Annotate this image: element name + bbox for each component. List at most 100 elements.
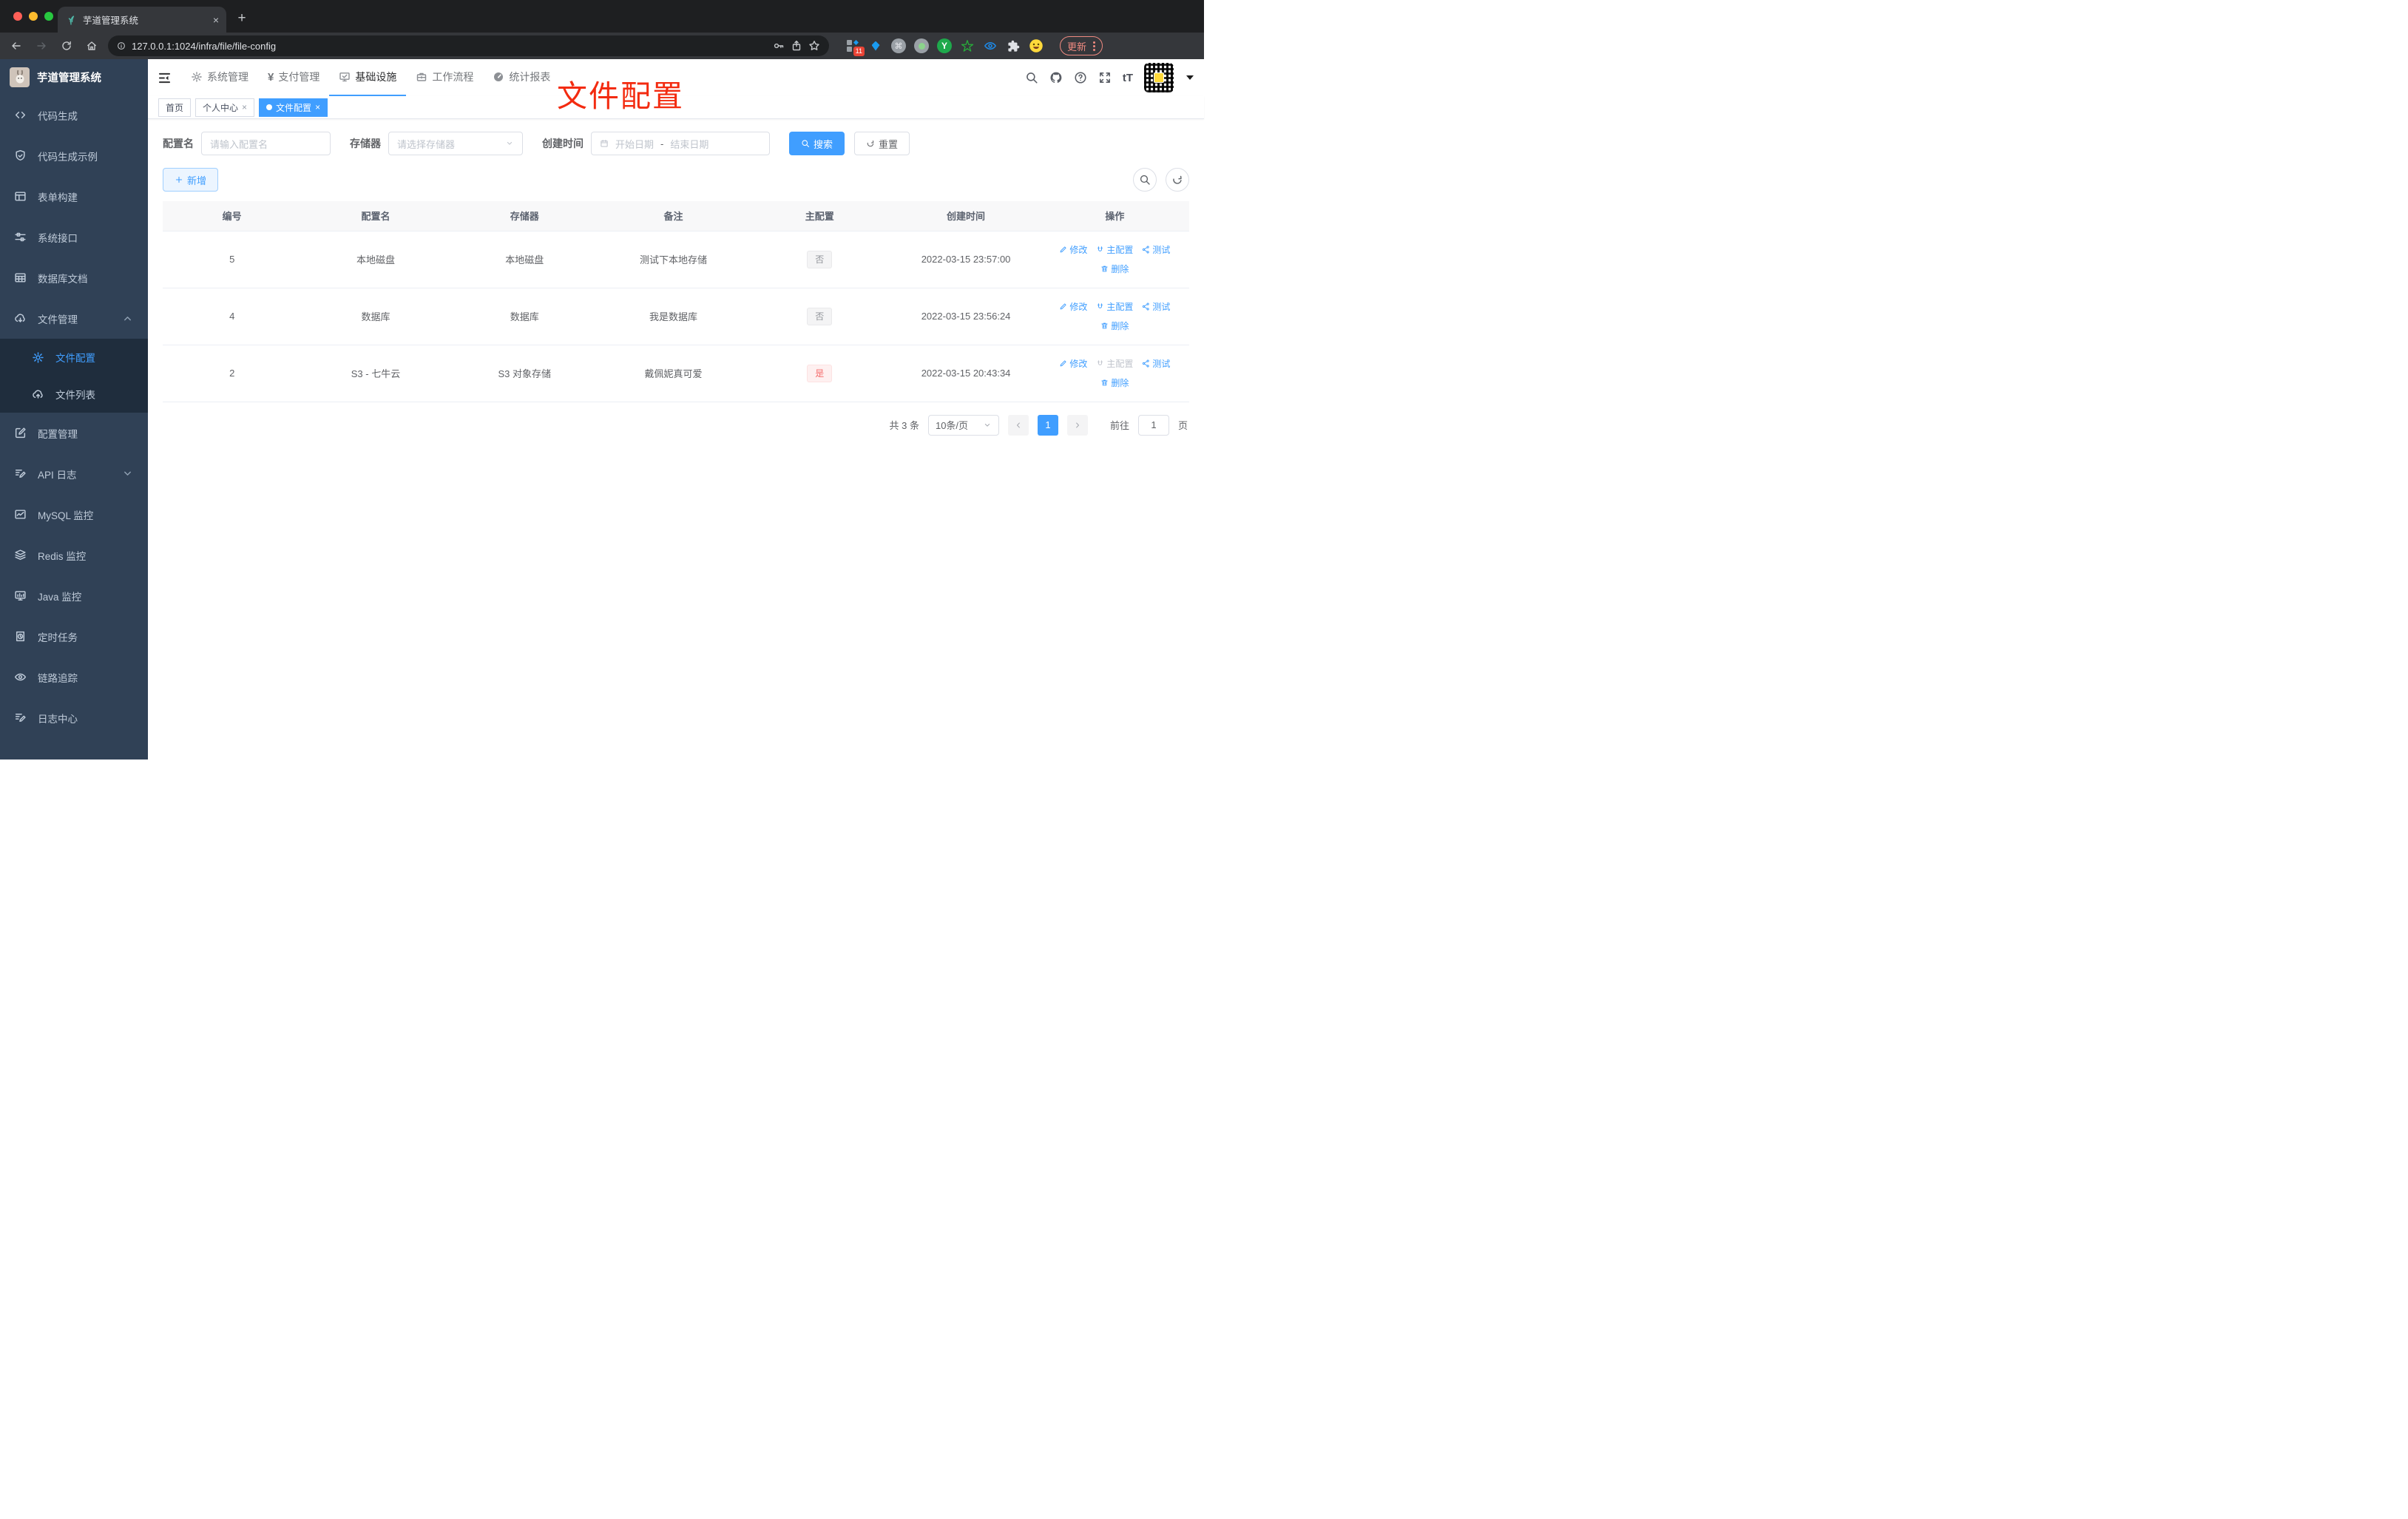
reset-button[interactable]: 重置 (854, 132, 910, 155)
browser-menu-icon[interactable] (1093, 41, 1096, 51)
extension-eye-icon[interactable] (983, 38, 998, 53)
nav-item-report[interactable]: 统计报表 (483, 59, 560, 96)
master-action[interactable]: 主配置 (1096, 243, 1133, 256)
password-key-icon[interactable] (773, 40, 785, 52)
edit-action[interactable]: 修改 (1059, 300, 1087, 313)
window-controls[interactable] (13, 12, 53, 21)
browser-toolbar: 127.0.0.1:1024/infra/file/file-config 11… (0, 33, 1204, 59)
sidebar-item-code-demo[interactable]: 代码生成示例 (0, 135, 148, 176)
sidebar-item-mysql-monitor[interactable]: MySQL 监控 (0, 494, 148, 535)
sidebar-item-code-gen[interactable]: 代码生成 (0, 95, 148, 135)
font-size-icon[interactable]: tT (1123, 72, 1133, 84)
yen-icon: ¥ (268, 70, 274, 84)
table-toolbar: 新增 (163, 168, 1189, 192)
address-bar[interactable]: 127.0.0.1:1024/infra/file/file-config (108, 35, 829, 56)
edit-action[interactable]: 修改 (1059, 243, 1087, 256)
github-icon[interactable] (1049, 71, 1063, 84)
site-info-icon[interactable] (117, 41, 126, 50)
bookmark-star-icon[interactable] (808, 40, 820, 52)
profile-avatar[interactable] (1029, 38, 1044, 53)
sidebar-fold-button[interactable] (148, 71, 181, 85)
tag-profile[interactable]: 个人中心 × (195, 98, 255, 117)
test-action[interactable]: 测试 (1142, 357, 1170, 370)
help-icon[interactable] (1074, 71, 1087, 84)
current-page-button[interactable]: 1 (1037, 414, 1058, 436)
goto-page-input[interactable] (1137, 414, 1169, 436)
date-range-picker[interactable]: 开始日期 - 结束日期 (591, 132, 770, 155)
extension-grid-icon[interactable]: 11 (845, 38, 865, 56)
config-name-input[interactable]: 请输入配置名 (201, 132, 331, 155)
extension-star-icon[interactable] (960, 38, 975, 53)
tab-close-icon[interactable]: × (213, 15, 219, 25)
sidebar-item-config-manage[interactable]: 配置管理 (0, 413, 148, 453)
sidebar-item-scheduled-task[interactable]: 定时任务 (0, 616, 148, 657)
prev-page-button[interactable] (1007, 414, 1029, 436)
sidebar-item-redis-monitor[interactable]: Redis 监控 (0, 535, 148, 575)
close-window-button[interactable] (13, 12, 22, 21)
browser-tab[interactable]: 芋道管理系统 × (58, 7, 226, 33)
delete-action[interactable]: 删除 (1100, 263, 1129, 275)
sidebar-item-form-builder[interactable]: 表单构建 (0, 176, 148, 217)
add-button[interactable]: 新增 (163, 168, 219, 192)
sidebar-logo[interactable]: 芋道管理系统 (0, 59, 148, 95)
maximize-window-button[interactable] (44, 12, 53, 21)
toggle-search-button[interactable] (1133, 168, 1157, 192)
url-text[interactable]: 127.0.0.1:1024/infra/file/file-config (132, 41, 276, 52)
home-button[interactable] (83, 37, 101, 55)
sidebar-item-log-center[interactable]: 日志中心 (0, 697, 148, 738)
test-action[interactable]: 测试 (1142, 300, 1170, 313)
share-icon[interactable] (791, 40, 802, 52)
test-action[interactable]: 测试 (1142, 243, 1170, 256)
back-button[interactable] (7, 37, 25, 55)
sidebar-item-file-config[interactable]: 文件配置 (0, 339, 148, 376)
refresh-table-button[interactable] (1166, 168, 1189, 192)
sidebar-item-api-log[interactable]: API 日志 (0, 453, 148, 494)
extension-pin-icon[interactable] (868, 38, 883, 53)
col-name: 配置名 (301, 201, 450, 231)
extension-dot-icon[interactable] (914, 38, 929, 53)
tag-home[interactable]: 首页 (158, 98, 192, 117)
nav-item-infrastructure[interactable]: 基础设施 (329, 59, 407, 96)
delete-action[interactable]: 删除 (1100, 319, 1129, 332)
edit-action[interactable]: 修改 (1059, 357, 1087, 370)
sidebar-item-tracing[interactable]: 链路追踪 (0, 657, 148, 697)
sidebar-item-java-monitor[interactable]: Java 监控 (0, 575, 148, 616)
sidebar-item-db-doc[interactable]: 数据库文档 (0, 257, 148, 298)
browser-update-button[interactable]: 更新 (1060, 36, 1103, 55)
search-button[interactable]: 搜索 (789, 132, 845, 155)
sidebar-item-system-api[interactable]: 系统接口 (0, 217, 148, 257)
table-row: 5 本地磁盘 本地磁盘 测试下本地存储 否 2022-03-15 23:57:0… (163, 231, 1189, 288)
extension-cmd-icon[interactable]: ⌘ (891, 38, 906, 53)
forward-button[interactable] (33, 37, 50, 55)
start-date-placeholder[interactable]: 开始日期 (615, 137, 654, 151)
new-tab-button[interactable]: + (231, 7, 253, 30)
chevron-down-icon (505, 139, 514, 148)
avatar-dropdown-caret-icon[interactable] (1186, 75, 1194, 80)
extensions-puzzle-icon[interactable] (1006, 38, 1021, 53)
sidebar-item-file-list[interactable]: 文件列表 (0, 376, 148, 413)
sidebar-item-file-manage[interactable]: 文件管理 (0, 298, 148, 339)
close-icon[interactable]: × (315, 102, 320, 112)
header-actions: tT (1025, 63, 1204, 92)
nav-item-system[interactable]: 系统管理 (181, 59, 258, 96)
nav-item-workflow[interactable]: 工作流程 (406, 59, 483, 96)
delete-action[interactable]: 删除 (1100, 376, 1129, 389)
search-icon[interactable] (1025, 71, 1038, 84)
end-date-placeholder[interactable]: 结束日期 (670, 137, 708, 151)
minimize-window-button[interactable] (29, 12, 38, 21)
master-action[interactable]: 主配置 (1096, 300, 1133, 313)
logo-avatar (10, 67, 30, 87)
monitor-icon (14, 589, 27, 602)
pen-icon (1059, 246, 1067, 254)
user-avatar[interactable] (1144, 63, 1174, 92)
page-size-select[interactable]: 10条/页 (927, 414, 999, 436)
extension-y-icon[interactable]: Y (937, 38, 952, 53)
reload-button[interactable] (58, 37, 75, 55)
fullscreen-icon[interactable] (1098, 71, 1112, 84)
nav-item-payment[interactable]: ¥ 支付管理 (258, 59, 329, 96)
chart-icon (14, 508, 27, 521)
next-page-button[interactable] (1066, 414, 1088, 436)
close-icon[interactable]: × (242, 102, 247, 112)
tag-file-config[interactable]: 文件配置 × (259, 98, 328, 117)
storage-select[interactable]: 请选择存储器 (388, 132, 523, 155)
